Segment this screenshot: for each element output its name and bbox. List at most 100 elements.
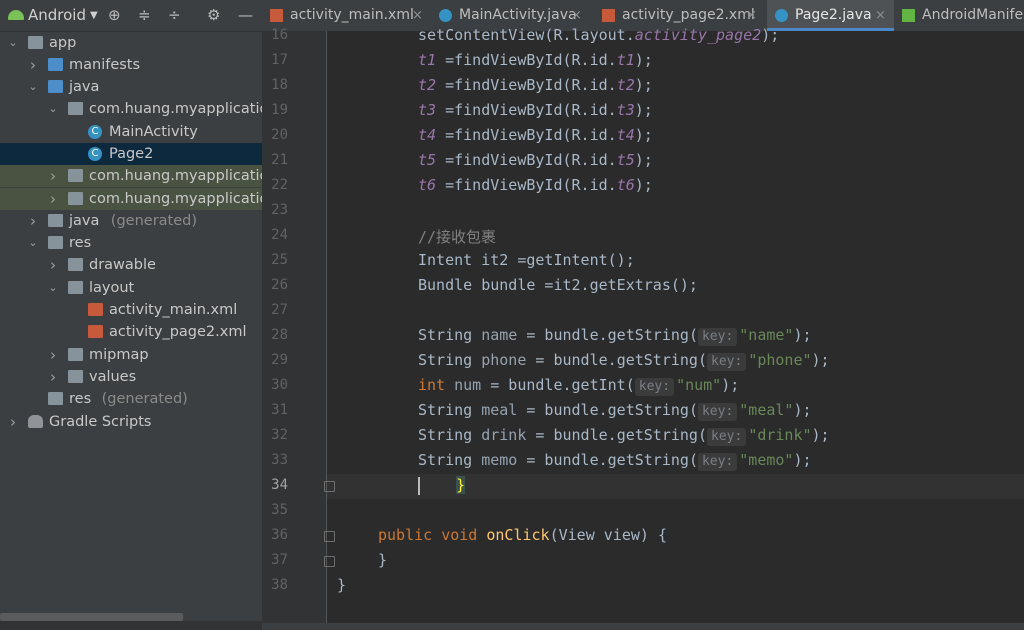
code-field: t2 [616, 76, 635, 94]
code-text: = bundle. [526, 426, 617, 444]
chevron-right-icon[interactable]: › [27, 54, 39, 76]
gear-icon[interactable]: ⚙ [207, 0, 220, 31]
chevron-down-icon[interactable]: ⌄ [47, 277, 59, 299]
param-hint: key: [707, 428, 747, 446]
tree-item[interactable]: › java (generated) [0, 210, 262, 232]
tree-item[interactable]: C MainActivity [0, 121, 262, 143]
chevron-right-icon[interactable]: › [7, 411, 19, 433]
chevron-right-icon[interactable]: › [47, 188, 59, 210]
tree-item[interactable]: ⌄ com.huang.myapplication [0, 98, 262, 120]
code-field: t4 [418, 126, 437, 144]
code-type: String [418, 401, 473, 419]
tree-item[interactable]: › drawable [0, 254, 262, 276]
code-text: ); [634, 76, 653, 94]
chevron-down-icon[interactable]: ⌄ [47, 98, 59, 120]
code-line: public void onClick(View view) { [378, 526, 667, 544]
project-panel: Android ▼ ⊕ ≑ ÷ ⚙ — ⌄ app › manifests ⌄ java ⌄… [0, 0, 262, 630]
code-line: Intent it2 =getIntent(); [418, 251, 635, 269]
chevron-right-icon[interactable]: › [27, 210, 39, 232]
code-type: String [418, 451, 473, 469]
close-icon[interactable]: × [875, 0, 886, 31]
code-text: ); [793, 326, 812, 344]
tree-item-label: com.huang.myapplication [89, 101, 262, 117]
chevron-right-icon[interactable]: › [47, 366, 59, 388]
tab-label: AndroidManifest.xml [922, 7, 1024, 23]
tree-item-label: res [69, 391, 92, 407]
tree-item[interactable]: › com.huang.myapplication [0, 165, 262, 187]
tree-item[interactable]: ⌄ layout [0, 277, 262, 299]
tree-item[interactable]: › mipmap [0, 344, 262, 366]
tree-item-label: res [69, 235, 92, 251]
code-field: t5 [418, 151, 437, 169]
tree-item[interactable]: ⌄ res [0, 232, 262, 254]
param-hint: key: [707, 353, 747, 371]
manifest-icon [902, 9, 915, 22]
param-hint: key: [697, 328, 738, 346]
java-class-icon: C [88, 125, 102, 139]
code-variable: memo [481, 451, 518, 469]
line-number: 22 [271, 177, 288, 193]
line-number: 29 [271, 352, 288, 368]
tree-item-label: manifests [69, 57, 141, 73]
code-type: String [418, 351, 473, 369]
xml-layout-icon [602, 9, 615, 22]
fold-start-icon[interactable] [324, 531, 335, 542]
chevron-right-icon[interactable]: › [47, 344, 59, 366]
tree-item[interactable]: › com.huang.myapplication [0, 188, 262, 210]
code-text: ); [634, 101, 653, 119]
code-line: String name = bundle.getString(key: "name… [418, 326, 812, 346]
line-number: 32 [271, 427, 288, 443]
tree-item-label: layout [89, 280, 135, 296]
locate-target-icon[interactable]: ⊕ [108, 0, 121, 31]
tree-item[interactable]: › manifests [0, 54, 262, 76]
collapse-all-icon[interactable]: ÷ [168, 0, 181, 31]
code-text: =findViewById(R.id. [436, 76, 617, 94]
code-line: t5 =findViewById(R.id.t5); [418, 151, 653, 169]
tree-item[interactable]: C Page2 [0, 143, 262, 165]
code-line: t4 =findViewById(R.id.t4); [418, 126, 653, 144]
line-number: 23 [271, 202, 288, 218]
package-icon [68, 192, 83, 205]
code-text: =findViewById(R.id. [436, 101, 617, 119]
code-line: //接收包裹 [418, 226, 496, 247]
tree-item[interactable]: › values [0, 366, 262, 388]
tree-item[interactable]: res (generated) [0, 388, 262, 410]
project-view-selector[interactable]: Android ▼ [8, 0, 98, 31]
tree-item-label: com.huang.myapplication [89, 191, 262, 207]
tab-page2-java[interactable]: Page2.java × [767, 0, 894, 31]
line-number: 31 [271, 402, 288, 418]
chevron-down-icon[interactable]: ⌄ [27, 232, 39, 254]
code-variable: drink [481, 426, 527, 444]
tree-item[interactable]: activity_main.xml [0, 299, 262, 321]
code-line: t2 =findViewById(R.id.t2); [418, 76, 653, 94]
expand-all-icon[interactable]: ≑ [138, 0, 151, 31]
tree-item[interactable]: ⌄ java [0, 76, 262, 98]
hide-panel-icon[interactable]: — [238, 0, 253, 31]
code-function: onClick [486, 526, 550, 544]
tab-androidmanifest-xml[interactable]: AndroidManifest.xml [894, 0, 1024, 31]
chevron-right-icon[interactable]: › [47, 165, 59, 187]
line-number: 36 [271, 527, 288, 543]
generated-folder-icon [48, 214, 63, 227]
horizontal-scrollbar[interactable] [0, 613, 183, 621]
chevron-right-icon[interactable]: › [47, 254, 59, 276]
fold-end-icon[interactable] [324, 481, 335, 492]
code-text: ); [811, 426, 830, 444]
tree-item[interactable]: › Gradle Scripts [0, 411, 262, 433]
line-number: 17 [271, 52, 288, 68]
chevron-down-icon[interactable]: ⌄ [27, 76, 39, 98]
chevron-down-icon[interactable]: ⌄ [7, 32, 19, 54]
code-text: ); [634, 51, 653, 69]
tree-item[interactable]: activity_page2.xml [0, 321, 262, 343]
code-method: getString [616, 426, 698, 444]
param-hint: key: [697, 403, 738, 421]
fold-end-icon[interactable] [324, 556, 335, 567]
code-string: "phone" [748, 351, 812, 369]
line-number: 26 [271, 277, 288, 293]
tree-item[interactable]: ⌄ app [0, 32, 262, 54]
code-text: Intent it2 =getIntent(); [418, 251, 635, 269]
